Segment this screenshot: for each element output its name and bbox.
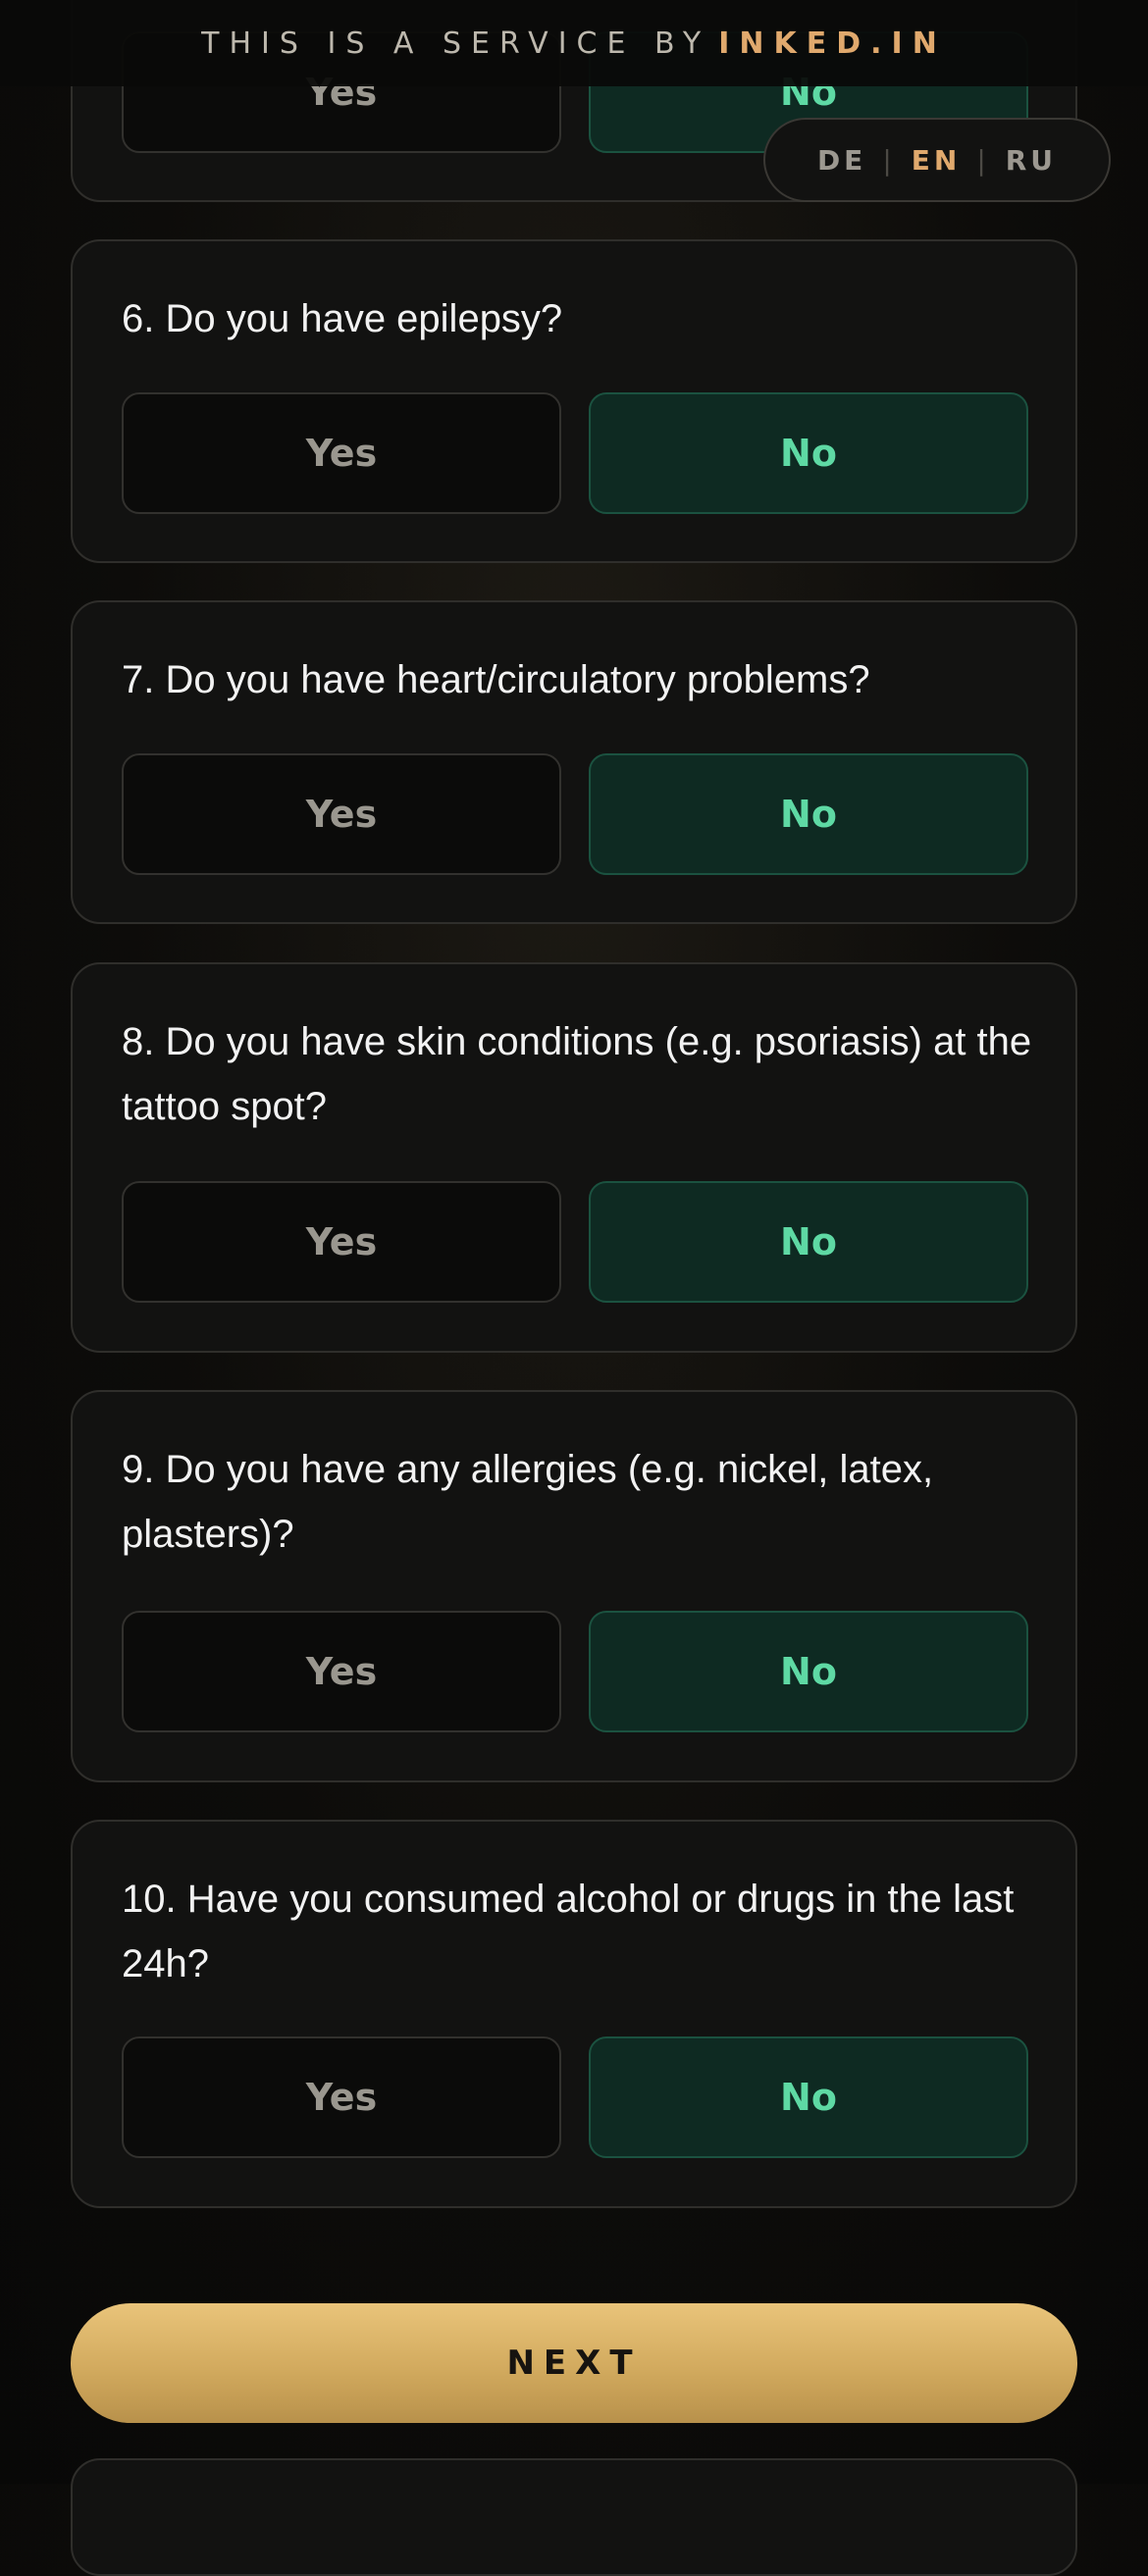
answer-no-button[interactable]: No: [589, 1611, 1028, 1732]
answer-yes-button[interactable]: Yes: [122, 392, 561, 514]
question-card-6: 6. Do you have epilepsy? Yes No: [71, 239, 1077, 563]
question-card-7: 7. Do you have heart/circulatory problem…: [71, 600, 1077, 924]
question-text: 8. Do you have skin conditions (e.g. pso…: [122, 1020, 1032, 1128]
answer-yes-button[interactable]: Yes: [122, 1181, 561, 1303]
question-text: 10. Have you consumed alcohol or drugs i…: [122, 1878, 1015, 1985]
next-section-card: [71, 2458, 1077, 2576]
answer-yes-button[interactable]: Yes: [122, 1611, 561, 1732]
question-text: 9. Do you have any allergies (e.g. nicke…: [122, 1448, 934, 1556]
lang-separator: |: [882, 143, 896, 177]
answer-yes-button[interactable]: Yes: [122, 753, 561, 875]
answer-no-button[interactable]: No: [589, 392, 1028, 514]
lang-separator: |: [976, 143, 990, 177]
lang-option-ru[interactable]: RU: [996, 144, 1067, 177]
service-banner: THIS IS A SERVICE BY INKED.IN: [0, 0, 1148, 86]
question-text: 6. Do you have epilepsy?: [122, 297, 563, 340]
answer-no-button[interactable]: No: [589, 753, 1028, 875]
question-card-9: 9. Do you have any allergies (e.g. nicke…: [71, 1390, 1077, 1782]
question-text: 7. Do you have heart/circulatory problem…: [122, 658, 870, 701]
answer-no-button[interactable]: No: [589, 1181, 1028, 1303]
language-switcher: DE | EN | RU: [763, 118, 1111, 202]
answer-no-button[interactable]: No: [589, 2036, 1028, 2158]
question-card-10: 10. Have you consumed alcohol or drugs i…: [71, 1820, 1077, 2208]
brand-link[interactable]: INKED.IN: [718, 26, 947, 61]
lang-option-en[interactable]: EN: [902, 144, 971, 177]
question-card-8: 8. Do you have skin conditions (e.g. pso…: [71, 962, 1077, 1353]
next-button[interactable]: NEXT: [71, 2303, 1077, 2423]
answer-yes-button[interactable]: Yes: [122, 2036, 561, 2158]
lang-option-de[interactable]: DE: [808, 144, 876, 177]
service-banner-text: THIS IS A SERVICE BY: [201, 26, 711, 61]
